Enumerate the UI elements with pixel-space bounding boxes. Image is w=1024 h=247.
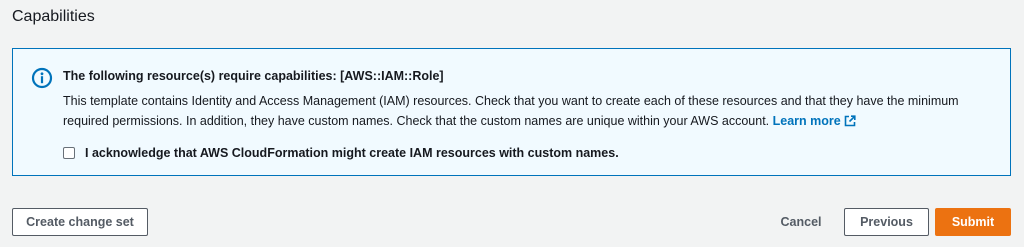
cancel-button[interactable]: Cancel xyxy=(770,208,832,236)
learn-more-label: Learn more xyxy=(772,114,841,128)
capabilities-page: Capabilities The following resource(s) r… xyxy=(0,0,1024,247)
acknowledge-label[interactable]: I acknowledge that AWS CloudFormation mi… xyxy=(85,145,619,161)
section-title: Capabilities xyxy=(12,8,95,25)
alert-body: This template contains Identity and Acce… xyxy=(63,91,993,131)
external-link-icon xyxy=(844,113,856,127)
previous-button[interactable]: Previous xyxy=(844,208,929,236)
acknowledge-row: I acknowledge that AWS CloudFormation mi… xyxy=(63,145,619,161)
learn-more-link[interactable]: Learn more xyxy=(773,114,856,128)
capabilities-info-alert: The following resource(s) require capabi… xyxy=(12,48,1011,176)
alert-heading: The following resource(s) require capabi… xyxy=(63,69,444,83)
acknowledge-checkbox[interactable] xyxy=(63,147,75,159)
submit-button[interactable]: Submit xyxy=(935,208,1011,236)
info-icon xyxy=(31,67,53,89)
create-change-set-button[interactable]: Create change set xyxy=(12,208,148,236)
